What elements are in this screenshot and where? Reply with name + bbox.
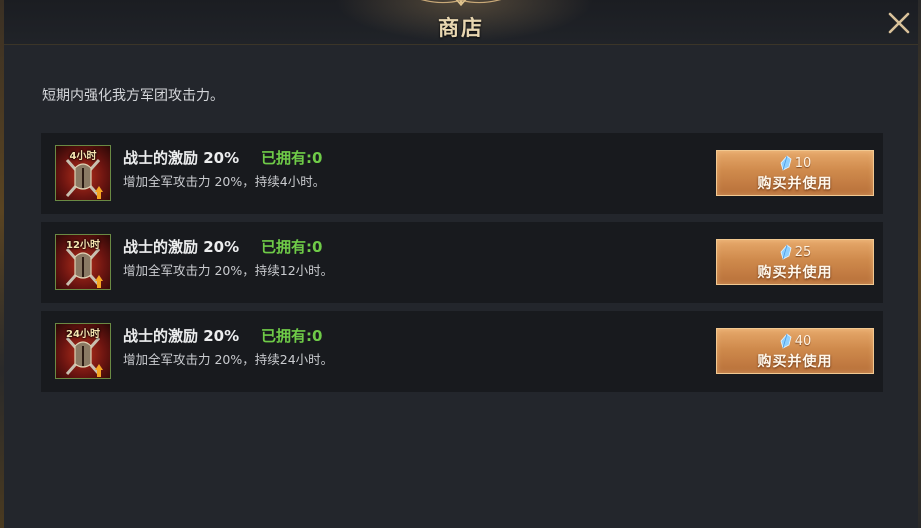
buy-and-use-button[interactable]: 10 购买并使用 (716, 150, 874, 196)
shop-item: 4小时 战士的激励 20% 已拥有:0 增加全军攻击力 20%，持续4小时。 1… (41, 133, 883, 214)
buy-and-use-button[interactable]: 40 购买并使用 (716, 328, 874, 374)
buy-button-label: 购买并使用 (757, 354, 833, 370)
crystal-icon (780, 333, 792, 349)
duration-badge: 4小时 (69, 151, 97, 162)
item-description: 增加全军攻击力 20%，持续24小时。 (123, 352, 334, 367)
price-value: 10 (794, 155, 812, 171)
close-button[interactable] (884, 8, 914, 38)
price-value: 25 (794, 244, 812, 260)
close-icon (888, 12, 910, 34)
item-icon-frame: 12小时 (55, 234, 111, 290)
shop-panel: 商店 短期内强化我方军团攻击力。 4小时 战士的激励 20% 已拥有:0 增加全… (4, 0, 918, 528)
item-name: 战士的激励 20% (123, 149, 240, 167)
price-row: 40 (717, 332, 873, 350)
owned-count: 已拥有:0 (261, 149, 323, 167)
page-title: 商店 (438, 15, 484, 40)
shop-description: 短期内强化我方军团攻击力。 (42, 88, 224, 104)
shop-item: 12小时 战士的激励 20% 已拥有:0 增加全军攻击力 20%，持续12小时。… (41, 222, 883, 303)
title-bar: 商店 (4, 0, 918, 45)
duration-badge: 12小时 (66, 240, 100, 251)
crystal-icon (780, 155, 792, 171)
item-name: 战士的激励 20% (123, 327, 240, 345)
price-value: 40 (794, 333, 812, 349)
price-row: 25 (717, 243, 873, 261)
price-row: 10 (717, 154, 873, 172)
item-icon-frame: 24小时 (55, 323, 111, 379)
warrior-helmet-icon (65, 337, 103, 377)
warrior-helmet-icon (65, 159, 103, 199)
owned-count: 已拥有:0 (261, 327, 323, 345)
title-ornament-icon (420, 0, 502, 7)
item-icon-frame: 4小时 (55, 145, 111, 201)
buy-button-label: 购买并使用 (757, 265, 833, 281)
buy-button-label: 购买并使用 (757, 176, 833, 192)
shop-item: 24小时 战士的激励 20% 已拥有:0 增加全军攻击力 20%，持续24小时。… (41, 311, 883, 392)
warrior-helmet-icon (65, 248, 103, 288)
owned-count: 已拥有:0 (261, 238, 323, 256)
crystal-icon (780, 244, 792, 260)
item-name: 战士的激励 20% (123, 238, 240, 256)
item-description: 增加全军攻击力 20%，持续12小时。 (123, 263, 334, 278)
item-description: 增加全军攻击力 20%，持续4小时。 (123, 174, 326, 189)
buy-and-use-button[interactable]: 25 购买并使用 (716, 239, 874, 285)
duration-badge: 24小时 (66, 329, 100, 340)
